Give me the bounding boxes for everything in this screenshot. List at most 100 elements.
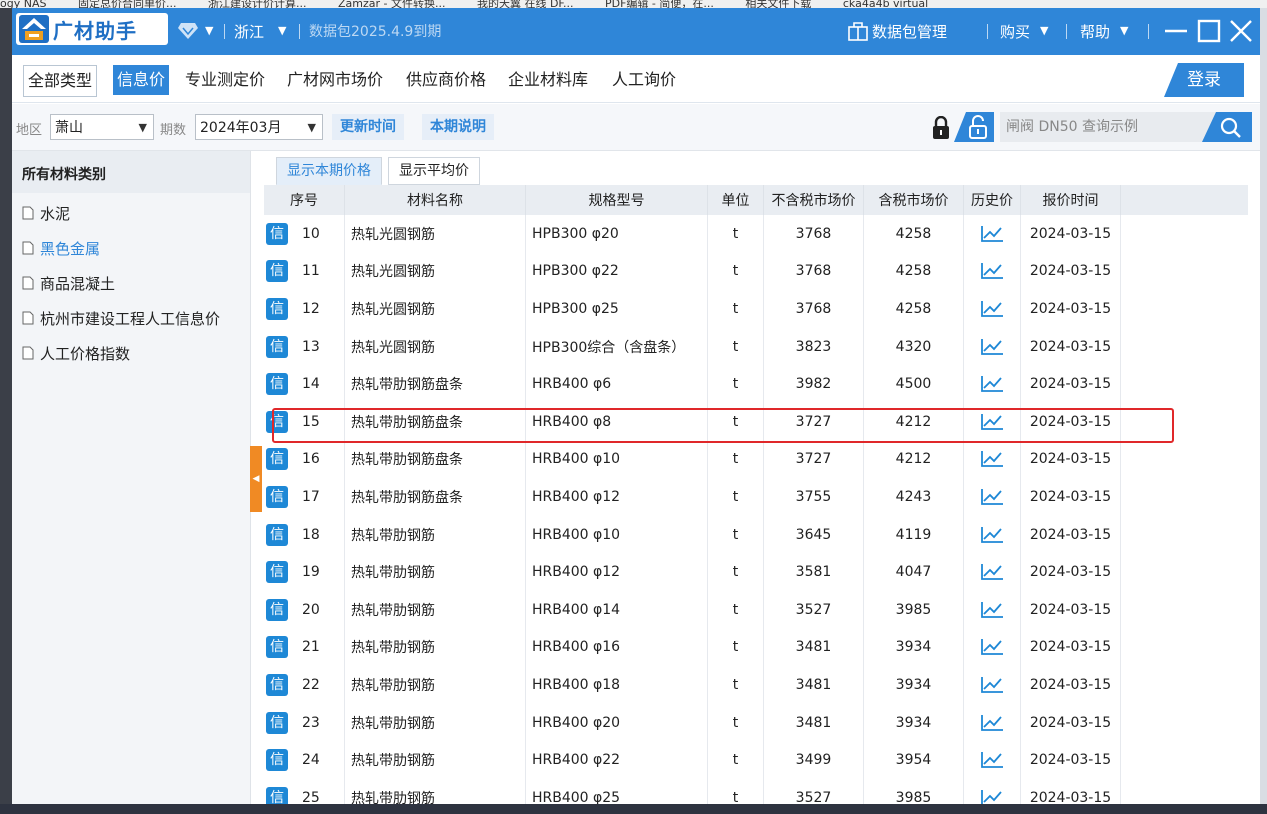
column-header[interactable]: 报价时间	[1021, 185, 1121, 215]
history-price-cell[interactable]	[964, 252, 1021, 291]
table-row[interactable]: 信 17 热轧带肋钢筋盘条 HRB400 φ12 t 3755 4243 2024-03-15	[264, 478, 1248, 517]
table-row[interactable]: 信 25 热轧带肋钢筋 HRB400 φ25 t 3527 3985 2024-03-15	[264, 779, 1248, 804]
vip-dropdown-arrow-icon[interactable]: ▼	[205, 24, 213, 37]
trend-chart-icon[interactable]	[980, 299, 1004, 319]
info-badge-icon[interactable]: 信	[266, 373, 288, 396]
info-badge-icon[interactable]: 信	[266, 485, 288, 508]
info-badge-icon[interactable]: 信	[266, 711, 288, 734]
trend-chart-icon[interactable]	[980, 675, 1004, 695]
trend-chart-icon[interactable]	[980, 562, 1004, 582]
sidebar-item-ferrous-metal[interactable]: 黑色金属	[12, 232, 250, 267]
bookmark[interactable]: ogy NAS	[0, 0, 46, 8]
region-selector[interactable]: 浙江	[234, 21, 264, 42]
search-input[interactable]	[1000, 112, 1200, 142]
tab-gcw-market-price[interactable]: 广材网市场价	[283, 65, 387, 95]
unlock-icon[interactable]	[954, 112, 994, 142]
table-row[interactable]: 信 13 热轧光圆钢筋 HPB300综合（含盘条） t 3823 4320 2024-03-1…	[264, 327, 1248, 367]
trend-chart-icon[interactable]	[980, 224, 1004, 244]
trend-chart-icon[interactable]	[980, 750, 1004, 770]
tab-all-types[interactable]: 全部类型	[23, 65, 98, 97]
bookmark[interactable]: PDF编辑 - 简便，在...	[605, 0, 714, 8]
info-badge-icon[interactable]: 信	[266, 561, 288, 584]
table-row[interactable]: 信 10 热轧光圆钢筋 HPB300 φ20 t 3768 4258 2024-03-15	[264, 215, 1248, 254]
history-price-cell[interactable]	[964, 703, 1021, 742]
history-price-cell[interactable]	[964, 553, 1021, 591]
table-row[interactable]: 信 12 热轧光圆钢筋 HPB300 φ25 t 3768 4258 2024-03-15	[264, 290, 1248, 329]
table-row[interactable]: 信 16 热轧带肋钢筋盘条 HRB400 φ10 t 3727 4212 2024-03-15	[264, 440, 1248, 480]
info-badge-icon[interactable]: 信	[266, 673, 288, 696]
history-price-cell[interactable]	[964, 741, 1021, 779]
table-row[interactable]: 信 14 热轧带肋钢筋盘条 HRB400 φ6 t 3982 4500 2024-03-15	[264, 365, 1248, 404]
column-header[interactable]: 单位	[708, 185, 764, 215]
trend-chart-icon[interactable]	[980, 412, 1004, 432]
maximize-icon[interactable]	[1195, 17, 1223, 45]
table-row[interactable]: 信 11 热轧光圆钢筋 HPB300 φ22 t 3768 4258 2024-03-15	[264, 252, 1248, 292]
column-header[interactable]: 不含税市场价	[764, 185, 864, 215]
bookmark[interactable]: 浙江建设计价计算...	[208, 0, 307, 8]
table-row[interactable]: 信 22 热轧带肋钢筋 HRB400 φ18 t 3481 3934 2024-03-15	[264, 666, 1248, 705]
package-icon[interactable]	[848, 22, 868, 41]
info-badge-icon[interactable]: 信	[266, 636, 288, 659]
trend-chart-icon[interactable]	[980, 337, 1004, 357]
trend-chart-icon[interactable]	[980, 637, 1004, 657]
update-time-button[interactable]: 更新时间	[332, 114, 404, 140]
bookmark[interactable]: Zamzar - 文件转换...	[338, 0, 445, 8]
history-price-cell[interactable]	[964, 779, 1021, 804]
vip-diamond-icon[interactable]	[178, 22, 198, 40]
tab-current-price[interactable]: 显示本期价格	[276, 157, 382, 185]
trend-chart-icon[interactable]	[980, 487, 1004, 507]
history-price-cell[interactable]	[964, 666, 1021, 704]
table-row[interactable]: 信 15 热轧带肋钢筋盘条 HRB400 φ8 t 3727 4212 2024-03-15	[264, 403, 1248, 442]
history-price-cell[interactable]	[964, 628, 1021, 667]
search-button[interactable]	[1202, 112, 1252, 142]
sidebar-item-ready-mix-concrete[interactable]: 商品混凝土	[12, 267, 250, 302]
trend-chart-icon[interactable]	[980, 261, 1004, 281]
help-menu[interactable]: 帮助	[1080, 21, 1110, 42]
info-badge-icon[interactable]: 信	[266, 786, 288, 804]
info-badge-icon[interactable]: 信	[266, 448, 288, 471]
region-dropdown-arrow-icon[interactable]: ▼	[278, 24, 286, 37]
column-header[interactable]: 规格型号	[526, 185, 708, 215]
help-dropdown-arrow-icon[interactable]: ▼	[1120, 24, 1128, 37]
sidebar-item-hangzhou-labor-price[interactable]: 杭州市建设工程人工信息价	[12, 302, 250, 337]
table-row[interactable]: 信 20 热轧带肋钢筋 HRB400 φ14 t 3527 3985 2024-03-15	[264, 591, 1248, 630]
tab-manual-inquiry[interactable]: 人工询价	[608, 65, 680, 95]
history-price-cell[interactable]	[964, 478, 1021, 516]
table-row[interactable]: 信 21 热轧带肋钢筋 HRB400 φ16 t 3481 3934 2024-03-15	[264, 628, 1248, 668]
sidebar-collapse-handle[interactable]: ◀	[250, 446, 262, 512]
period-select[interactable]: 2024年03月 ▼	[195, 114, 323, 140]
tab-info-price[interactable]: 信息价	[113, 65, 170, 95]
trend-chart-icon[interactable]	[980, 374, 1004, 394]
table-row[interactable]: 信 18 热轧带肋钢筋 HRB400 φ10 t 3645 4119 2024-03-15	[264, 515, 1248, 555]
trend-chart-icon[interactable]	[980, 713, 1004, 733]
trend-chart-icon[interactable]	[980, 525, 1004, 545]
history-price-cell[interactable]	[964, 365, 1021, 403]
buy-menu[interactable]: 购买	[1000, 21, 1030, 42]
column-header[interactable]: 历史价	[964, 185, 1021, 215]
info-badge-icon[interactable]: 信	[266, 523, 288, 546]
history-price-cell[interactable]	[964, 515, 1021, 554]
minimize-icon[interactable]	[1162, 17, 1190, 45]
bookmark[interactable]: 我的天翼 在线 DF...	[477, 0, 574, 8]
trend-chart-icon[interactable]	[980, 788, 1004, 804]
tab-enterprise-material-library[interactable]: 企业材料库	[504, 65, 592, 95]
tab-average-price[interactable]: 显示平均价	[388, 157, 480, 185]
data-package-management[interactable]: 数据包管理	[872, 21, 947, 42]
trend-chart-icon[interactable]	[980, 449, 1004, 469]
period-note-button[interactable]: 本期说明	[422, 114, 494, 140]
sidebar-item-cement[interactable]: 水泥	[12, 197, 250, 232]
info-badge-icon[interactable]: 信	[266, 297, 288, 320]
tab-professional-price[interactable]: 专业测定价	[181, 65, 269, 95]
buy-dropdown-arrow-icon[interactable]: ▼	[1040, 24, 1048, 37]
bookmark[interactable]: 相关文件下载	[745, 0, 811, 8]
lock-icon[interactable]	[930, 116, 952, 140]
table-row[interactable]: 信 19 热轧带肋钢筋 HRB400 φ12 t 3581 4047 2024-03-15	[264, 553, 1248, 592]
column-header[interactable]: 材料名称	[345, 185, 526, 215]
history-price-cell[interactable]	[964, 440, 1021, 479]
column-header[interactable]: 序号	[264, 185, 345, 215]
history-price-cell[interactable]	[964, 215, 1021, 253]
region-select[interactable]: 萧山 ▼	[50, 114, 154, 140]
info-badge-icon[interactable]: 信	[266, 410, 288, 433]
close-icon[interactable]	[1227, 17, 1255, 45]
sidebar-item-labor-price-index[interactable]: 人工价格指数	[12, 337, 250, 372]
